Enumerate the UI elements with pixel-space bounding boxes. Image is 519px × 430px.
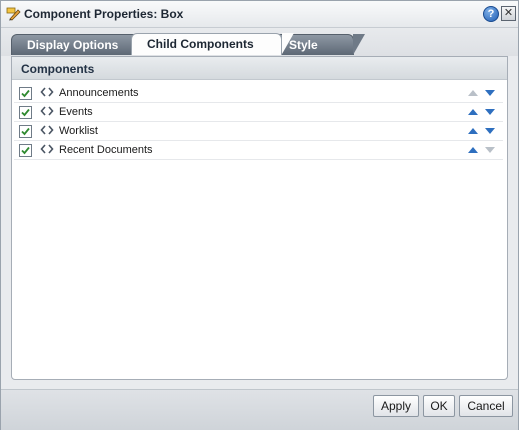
apply-button[interactable]: Apply [373, 395, 419, 417]
component-code-icon [40, 143, 54, 155]
ok-button[interactable]: OK [423, 395, 455, 417]
component-code-icon [40, 105, 54, 117]
component-label: Events [59, 106, 93, 118]
move-down-icon[interactable] [484, 126, 496, 134]
component-code-icon [40, 86, 54, 98]
properties-pencil-icon [6, 6, 21, 21]
move-up-icon[interactable] [467, 145, 479, 153]
dialog-footer: Apply OK Cancel [1, 389, 518, 430]
component-checkbox[interactable] [19, 144, 32, 157]
component-row-3: Recent Documents [14, 141, 503, 160]
title-bar: Component Properties: Box ? ✕ [1, 1, 518, 28]
component-label: Recent Documents [59, 144, 153, 156]
move-down-icon[interactable] [484, 88, 496, 96]
component-row-1: Events [14, 103, 503, 122]
move-up-icon[interactable] [467, 126, 479, 134]
components-section-title: Components [21, 62, 95, 76]
component-label: Announcements [59, 87, 139, 99]
component-code-icon [40, 124, 54, 136]
close-icon[interactable]: ✕ [501, 6, 516, 21]
child-components-panel: Components Announcements Events Worklist… [11, 56, 508, 380]
tab-display-options[interactable]: Display Options [11, 34, 157, 55]
cancel-button[interactable]: Cancel [459, 395, 513, 417]
tab-strip: Display Options Child Components Style [1, 28, 518, 56]
tab-child-components[interactable]: Child Components [131, 33, 294, 55]
components-list: Announcements Events Worklist Recent Doc… [14, 84, 503, 160]
component-checkbox[interactable] [19, 106, 32, 119]
component-checkbox[interactable] [19, 87, 32, 100]
move-down-icon[interactable] [484, 145, 496, 153]
component-label: Worklist [59, 125, 98, 137]
dialog-title: Component Properties: Box [24, 7, 184, 21]
help-icon[interactable]: ? [483, 6, 499, 22]
move-up-icon[interactable] [467, 107, 479, 115]
move-up-icon[interactable] [467, 88, 479, 96]
move-down-icon[interactable] [484, 107, 496, 115]
components-section-header: Components [12, 57, 507, 80]
component-properties-dialog: Component Properties: Box ? ✕ Display Op… [0, 0, 519, 430]
component-row-0: Announcements [14, 84, 503, 103]
component-row-2: Worklist [14, 122, 503, 141]
component-checkbox[interactable] [19, 125, 32, 138]
